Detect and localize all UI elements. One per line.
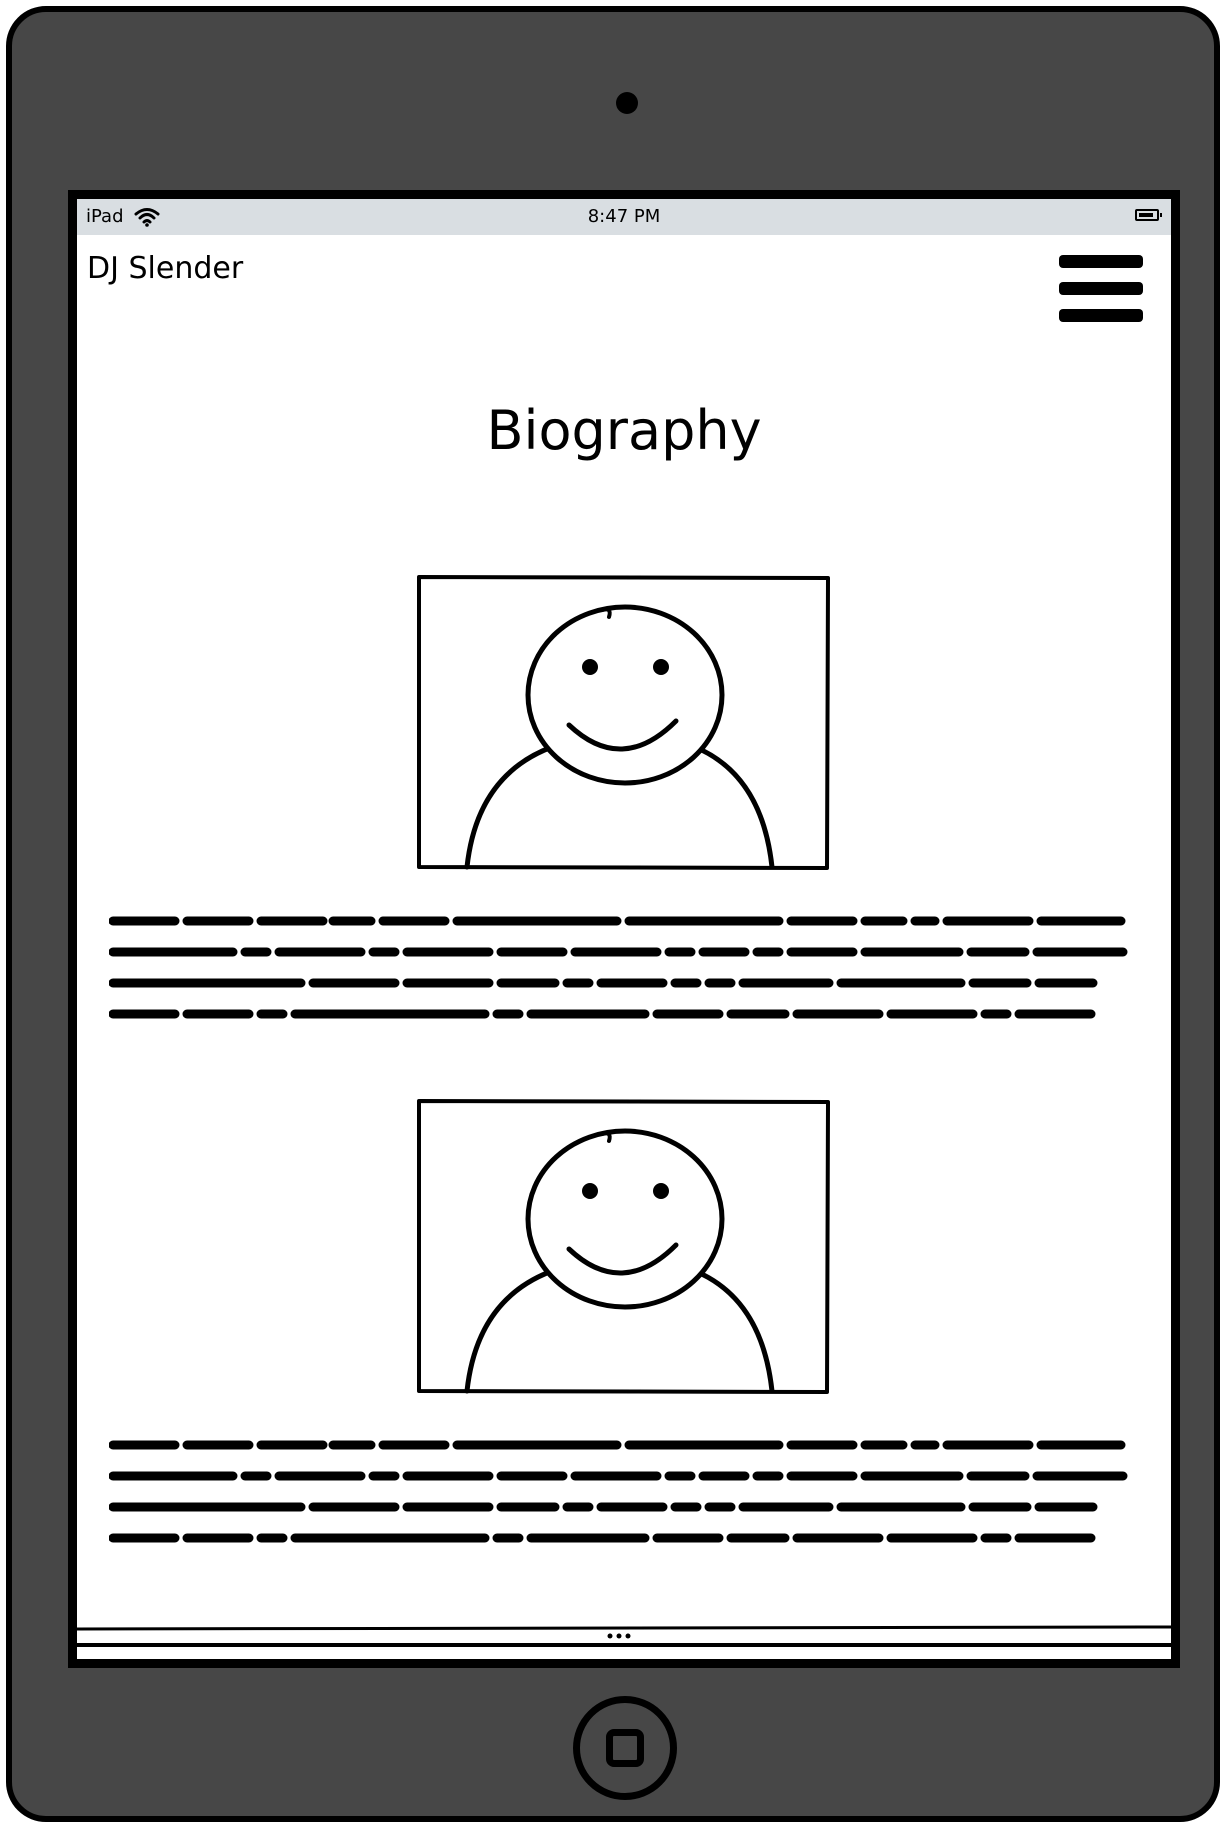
battery-icon — [1135, 209, 1162, 221]
device-screen: iPad 8:47 PM DJ Slender Biography — [68, 190, 1180, 1668]
hamburger-menu-icon[interactable] — [1059, 253, 1143, 325]
stage: iPad 8:47 PM DJ Slender Biography — [0, 0, 1232, 1832]
home-button[interactable] — [573, 1696, 677, 1800]
status-time: 8:47 PM — [587, 206, 661, 227]
app-title[interactable]: DJ Slender — [87, 251, 243, 286]
scroll-indicator[interactable] — [77, 1623, 1171, 1651]
text-paragraph — [109, 1433, 1149, 1553]
camera-icon — [616, 92, 638, 114]
menu-line — [1059, 309, 1143, 322]
menu-line — [1059, 255, 1143, 268]
text-paragraph — [109, 909, 1149, 1029]
status-bar: iPad 8:47 PM — [77, 199, 1171, 235]
page-title: Biography — [486, 399, 762, 462]
person-placeholder-icon — [417, 575, 831, 871]
person-placeholder-icon — [417, 1099, 831, 1395]
menu-line — [1059, 282, 1143, 295]
ipad-device: iPad 8:47 PM DJ Slender Biography — [6, 6, 1220, 1822]
